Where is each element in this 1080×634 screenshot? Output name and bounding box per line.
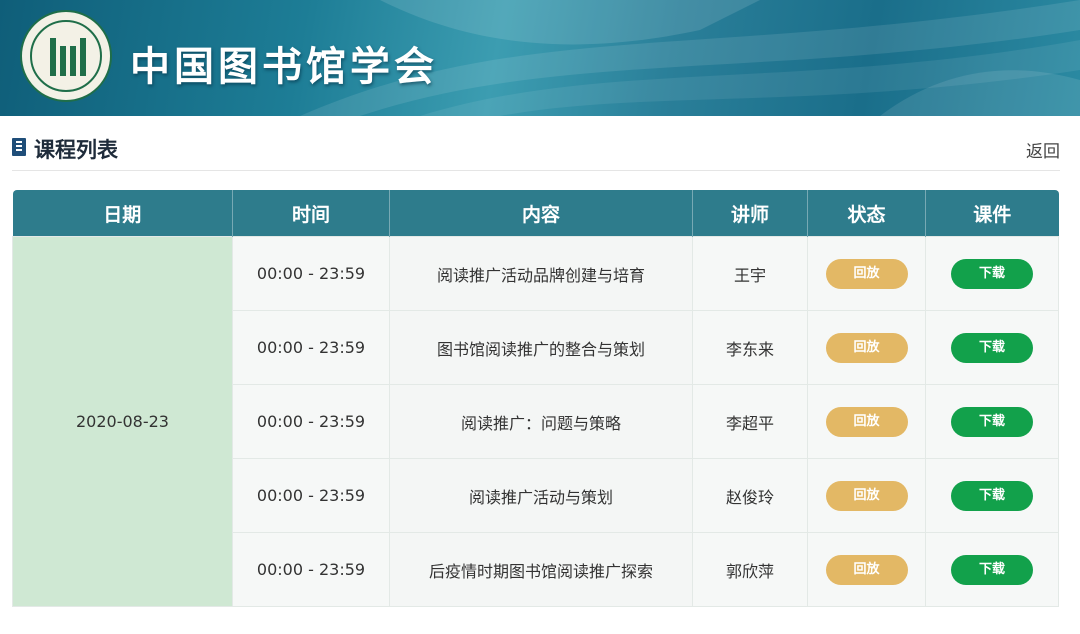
time-cell: 00:00 - 23:59 [232,236,390,311]
status-cell: 回放 [807,458,926,533]
status-cell: 回放 [807,310,926,385]
download-button[interactable]: 下载 [951,406,1033,437]
courseware-cell: 下载 [925,236,1059,311]
status-cell: 回放 [807,532,926,607]
column-header-status: 状态 [807,190,926,237]
courseware-cell: 下载 [925,384,1059,459]
download-button[interactable]: 下载 [951,480,1033,511]
content-cell: 阅读推广活动品牌创建与培育 [389,236,693,311]
replay-button[interactable]: 回放 [825,406,908,437]
date-cell: 2020-08-23 [12,236,233,607]
column-header-courseware: 课件 [925,190,1059,237]
table-row: 2020-08-23 00:00 - 23:59 阅读推广活动品牌创建与培育 王… [12,236,1059,607]
column-header-content: 内容 [389,190,693,237]
download-button[interactable]: 下载 [951,554,1033,585]
replay-button[interactable]: 回放 [825,480,908,511]
site-title: 中国图书馆学会 [130,43,438,90]
time-cell: 00:00 - 23:59 [232,384,390,459]
courseware-cell: 下载 [925,310,1059,385]
site-banner: 中国图书馆学会 [0,0,1080,116]
replay-button[interactable]: 回放 [825,332,908,363]
page-title: 课程列表 [34,138,118,162]
lecturer-cell: 李超平 [692,384,808,459]
courseware-cell: 下载 [925,532,1059,607]
column-header-time: 时间 [232,190,390,237]
column-header-lecturer: 讲师 [692,190,808,237]
lecturer-cell: 李东来 [692,310,808,385]
time-cell: 00:00 - 23:59 [232,532,390,607]
column-header-date: 日期 [12,190,233,237]
time-cell: 00:00 - 23:59 [232,458,390,533]
document-icon [12,138,26,156]
time-cell: 00:00 - 23:59 [232,310,390,385]
content-cell: 阅读推广活动与策划 [389,458,693,533]
download-button[interactable]: 下载 [951,258,1033,289]
content-cell: 图书馆阅读推广的整合与策划 [389,310,693,385]
course-table: 日期 时间 内容 讲师 状态 课件 2020-08-23 00:00 - 23:… [12,190,1059,607]
section-header: 课程列表 返回 [12,134,1060,171]
content-cell: 后疫情时期图书馆阅读推广探索 [389,532,693,607]
status-cell: 回放 [807,236,926,311]
library-society-logo-icon[interactable] [20,10,112,102]
logo-books-mark [50,38,86,76]
replay-button[interactable]: 回放 [825,554,908,585]
replay-button[interactable]: 回放 [825,258,908,289]
content-cell: 阅读推广：问题与策略 [389,384,693,459]
lecturer-cell: 赵俊玲 [692,458,808,533]
back-link[interactable]: 返回 [1026,137,1060,162]
lecturer-cell: 王宇 [692,236,808,311]
table-header-row: 日期 时间 内容 讲师 状态 课件 [12,190,1059,237]
lecturer-cell: 郭欣萍 [692,532,808,607]
download-button[interactable]: 下载 [951,332,1033,363]
status-cell: 回放 [807,384,926,459]
courseware-cell: 下载 [925,458,1059,533]
